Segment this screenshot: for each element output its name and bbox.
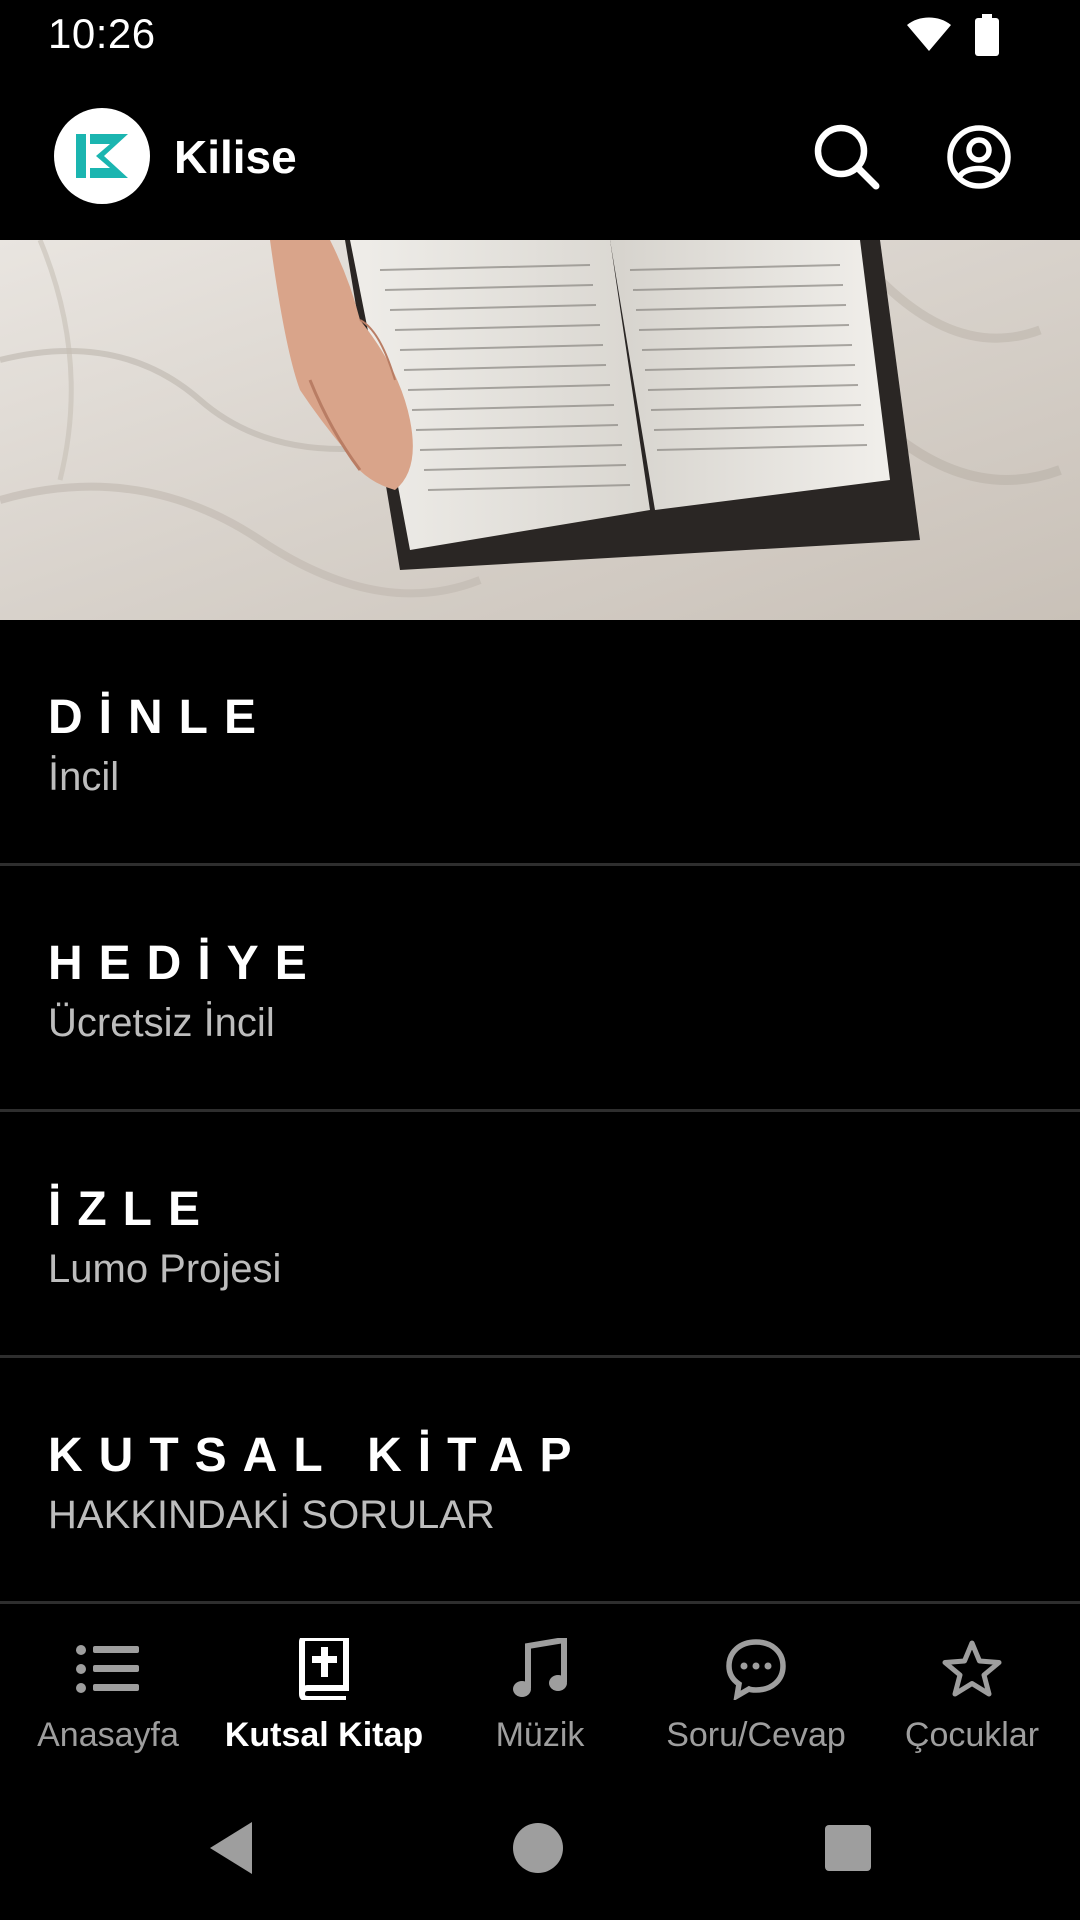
status-bar: 10:26 (0, 0, 1080, 70)
bottom-navigation: Anasayfa Kutsal Kitap Müzik Soru/Cevap Ç… (0, 1606, 1080, 1776)
menu-item-subtitle: İncil (48, 755, 120, 799)
hero-illustration (0, 240, 1080, 620)
nav-label: Çocuklar (904, 1716, 1040, 1754)
account-button[interactable] (944, 122, 1014, 192)
app-logo (54, 108, 150, 204)
menu-item-dinle[interactable]: DİNLE İncil (0, 620, 1080, 866)
menu-item-title: HEDİYE (48, 937, 323, 990)
star-icon (942, 1640, 1002, 1697)
menu-item-hediye[interactable]: HEDİYE Ücretsiz İncil (0, 866, 1080, 1112)
back-icon[interactable] (206, 1820, 254, 1876)
nav-label: Anasayfa (37, 1716, 179, 1754)
kilise-logo-icon (76, 134, 128, 178)
chat-bubble-icon (726, 1639, 786, 1700)
menu-list: DİNLE İncil HEDİYE Ücretsiz İncil İZLE L… (0, 620, 1080, 1604)
nav-item-cocuklar[interactable]: Çocuklar (864, 1634, 1080, 1764)
home-icon[interactable] (512, 1822, 564, 1874)
list-icon (76, 1645, 139, 1693)
app-bar: Kilise (0, 70, 1080, 240)
music-note-icon (513, 1638, 567, 1697)
recents-icon[interactable] (824, 1824, 872, 1872)
battery-icon (975, 14, 999, 56)
menu-item-izle[interactable]: İZLE Lumo Projesi (0, 1112, 1080, 1358)
menu-item-kutsal-kitap[interactable]: KUTSAL KİTAP HAKKINDAKİ SORULAR (0, 1358, 1080, 1604)
nav-label: Kutsal Kitap (224, 1716, 424, 1754)
search-icon (814, 124, 880, 190)
wifi-icon (907, 17, 951, 51)
system-navigation-bar (0, 1776, 1080, 1920)
menu-item-title: KUTSAL KİTAP (48, 1429, 588, 1482)
account-circle-icon (947, 125, 1011, 189)
menu-item-subtitle: HAKKINDAKİ SORULAR (48, 1493, 495, 1537)
status-icons (906, 14, 1000, 56)
bible-icon (299, 1638, 349, 1700)
nav-item-soru-cevap[interactable]: Soru/Cevap (648, 1634, 864, 1764)
hero-image (0, 240, 1080, 620)
nav-label: Soru/Cevap (666, 1716, 846, 1754)
menu-item-title: DİNLE (48, 691, 272, 744)
nav-item-kutsal-kitap[interactable]: Kutsal Kitap (216, 1634, 432, 1764)
menu-item-subtitle: Lumo Projesi (48, 1247, 282, 1291)
search-button[interactable] (812, 122, 882, 192)
menu-item-title: İZLE (48, 1183, 216, 1236)
menu-item-subtitle: Ücretsiz İncil (48, 1001, 275, 1045)
nav-item-muzik[interactable]: Müzik (432, 1634, 648, 1764)
app-title: Kilise (174, 131, 297, 183)
nav-label: Müzik (495, 1716, 585, 1754)
nav-item-anasayfa[interactable]: Anasayfa (0, 1634, 216, 1764)
status-time: 10:26 (48, 10, 156, 57)
